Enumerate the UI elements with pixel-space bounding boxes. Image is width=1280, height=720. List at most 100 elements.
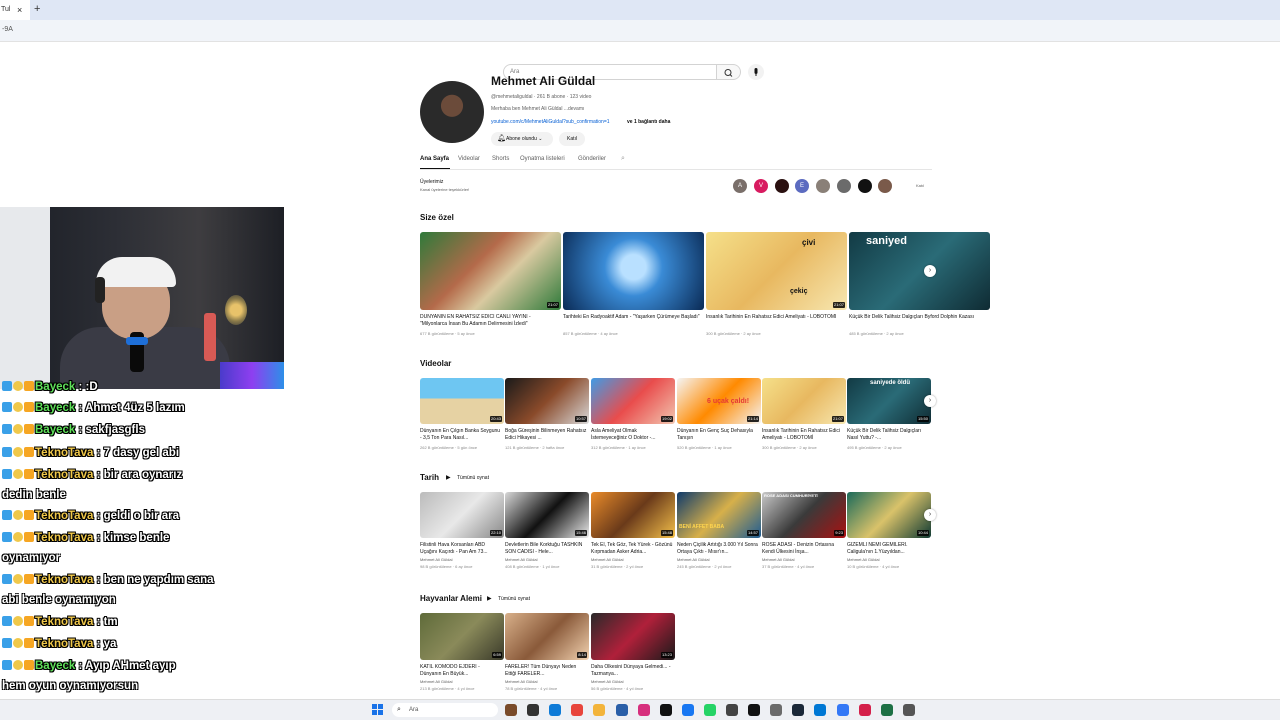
channel-avatar[interactable] [420,81,484,143]
video-title[interactable]: Dünyanın En Çılgın Banka Soygunu - 3,5 T… [420,428,502,442]
video-title[interactable]: Boğa Güreşinin Bilinmeyen Rahatsız Edici… [505,428,587,442]
video-thumbnail[interactable]: 10:44 [847,492,931,538]
video-title[interactable]: KATİL KOMODO EJDERİ - Dünyanın En Büyük.… [420,664,502,678]
file-explorer-icon[interactable] [505,704,517,716]
instagram-icon[interactable] [637,704,650,716]
video-title[interactable]: İnsanlık Tarihinin En Rahatsız Edici Ame… [762,428,844,442]
windows-start-icon[interactable] [372,704,384,716]
next-arrow-button[interactable]: › [924,395,936,407]
subscribed-button[interactable]: 🔔︎ Abone olundu ⌄ [491,132,553,146]
taskbar-search[interactable]: ⌕ Ara [392,703,498,717]
channel-description[interactable]: Merhaba ben Mehmet Ali Güldal ...devamı [491,106,584,112]
vpn-icon[interactable] [836,704,849,716]
tab-videos[interactable]: Videolar [458,156,480,162]
video-channel[interactable]: Mehmet Ali Güldal [847,557,931,562]
video-title[interactable]: Asla Ameliyat Olmak İstemeyeceğiniz O Do… [591,428,673,442]
video-title[interactable]: ROSE ADASI - Denizin Ortasına Kendi Ülke… [762,542,844,556]
video-thumbnail[interactable]: 13:23 [591,613,675,660]
channel-search-icon[interactable]: ⌕ [621,155,625,163]
member-avatar[interactable] [816,179,830,193]
video-title[interactable]: İnsanlık Tarihinin En Rahatsız Edici Ame… [706,314,845,328]
next-arrow-button[interactable]: › [924,509,936,521]
video-title[interactable]: Devletlerin Bile Korktuğu TASHKIN SON CA… [505,542,587,556]
play-icon[interactable]: ▶ [487,595,492,602]
video-title[interactable]: FARELER! Tüm Dünyayı Neden Ettiği FARELE… [505,664,587,678]
video-title[interactable]: Küçük Bir Delik Talihsiz Dalgıçları Nası… [847,428,929,442]
video-thumbnail[interactable]: 21:07 [762,378,846,424]
video-title[interactable]: GİZEMLİ NEMİ GEMİLERİ. Caligula'nın 1.Yü… [847,542,929,556]
tab-posts[interactable]: Gönderiler [578,156,606,162]
excel-icon[interactable] [880,704,893,716]
video-thumbnail[interactable]: 15:46 [505,492,589,538]
store-icon[interactable] [814,704,827,716]
video-title[interactable]: Neden Çiçilik Artıtığı 3.000 Yıl Sonra O… [677,542,759,556]
video-thumbnail[interactable]: 19:02 [591,378,675,424]
terminal-icon[interactable] [527,704,540,716]
video-title[interactable]: Filistinli Hava Korsanları ABD Uçağını K… [420,542,502,556]
video-title[interactable]: Küçük Bir Delik Talihsiz Dalgıçları Byfo… [849,314,988,328]
video-title[interactable]: Dünyanın En Genç Suç Dehasıyla Tanışın [677,428,759,442]
browser-tab[interactable]: Tul × [0,0,30,20]
channel-link[interactable]: youtube.com/c/MehmetAliGuldal?sub_confir… [491,119,610,125]
settings-icon[interactable] [770,704,783,716]
next-arrow-button[interactable]: › [924,265,936,277]
video-thumbnail[interactable]: 14:57 [677,492,761,538]
video-thumbnail[interactable]: 21:07 [706,232,847,310]
video-channel[interactable]: Mehmet Ali Güldal [762,557,846,562]
video-title[interactable]: Tek El, Tek Göz, Tek Yürek - Gözünü Kırp… [591,542,673,556]
video-channel[interactable]: Mehmet Ali Güldal [505,557,589,562]
video-channel[interactable]: Mehmet Ali Güldal [420,557,504,562]
whatsapp-icon[interactable] [703,704,716,716]
facebook-icon[interactable] [681,704,694,716]
video-thumbnail[interactable]: 9:23 [762,492,846,538]
address-bar[interactable]: -9A [0,20,1280,42]
app-icon[interactable] [726,704,738,716]
member-avatar[interactable]: E [795,179,809,193]
video-thumbnail[interactable]: 21:07 [420,232,561,310]
member-avatar[interactable] [775,179,789,193]
tab-home[interactable]: Ana Sayfa [420,156,449,162]
search-button[interactable] [717,64,741,80]
video-thumbnail[interactable]: 10:57 [505,378,589,424]
play-all-button[interactable]: Tümünü oynat [498,596,530,602]
video-channel[interactable]: Mehmet Ali Güldal [677,557,761,562]
video-title[interactable]: Tarihteki En Radyoaktif Adam - "Yaşarken… [563,314,702,328]
video-thumbnail[interactable]: 20:43 [420,378,504,424]
video-channel[interactable]: Mehmet Ali Güldal [420,679,504,684]
member-avatar[interactable] [837,179,851,193]
new-tab-button[interactable]: + [34,3,40,15]
badge-icon [13,381,23,391]
mic-button[interactable] [748,64,764,80]
gear-icon[interactable] [902,704,915,716]
member-avatar[interactable]: V [754,179,768,193]
edge-icon[interactable] [549,704,562,716]
video-thumbnail[interactable]: 6:59 [420,613,504,660]
tiktok-icon[interactable] [659,704,672,716]
video-thumbnail[interactable] [563,232,704,310]
video-channel[interactable]: Mehmet Ali Güldal [591,557,675,562]
chrome-icon[interactable] [571,704,584,716]
member-avatar[interactable]: A [733,179,747,193]
tab-shorts[interactable]: Shorts [492,156,509,162]
play-icon[interactable]: ▶ [446,474,451,481]
join-button[interactable]: Katıl [559,132,585,146]
members-join-button[interactable]: Katıl [908,180,932,192]
folder-icon[interactable] [593,704,606,716]
video-channel[interactable]: Mehmet Ali Güldal [505,679,589,684]
steam-icon[interactable] [792,704,805,716]
video-thumbnail[interactable]: 22:10 [420,492,504,538]
video-thumbnail[interactable]: 15:48 [591,492,675,538]
member-avatar[interactable] [858,179,872,193]
media-icon[interactable] [858,704,871,716]
tab-playlists[interactable]: Oynatma listeleri [520,156,565,162]
channel-link-more[interactable]: ve 1 bağlantı daha [627,119,670,125]
video-channel[interactable]: Mehmet Ali Güldal [591,679,675,684]
close-icon[interactable]: × [17,5,22,15]
video-title[interactable]: Daha Ölkesini Dünyaya Gelmedi... - Tazma… [591,664,673,678]
video-thumbnail[interactable]: 8:14 [505,613,589,660]
video-title[interactable]: DÜNYANIN EN RAHATSIZ EDİCİ CANLI YAYINI … [420,314,559,328]
member-avatar[interactable] [878,179,892,193]
x-icon[interactable] [748,704,761,716]
calculator-icon[interactable] [615,704,628,716]
play-all-button[interactable]: Tümünü oynat [457,475,489,481]
